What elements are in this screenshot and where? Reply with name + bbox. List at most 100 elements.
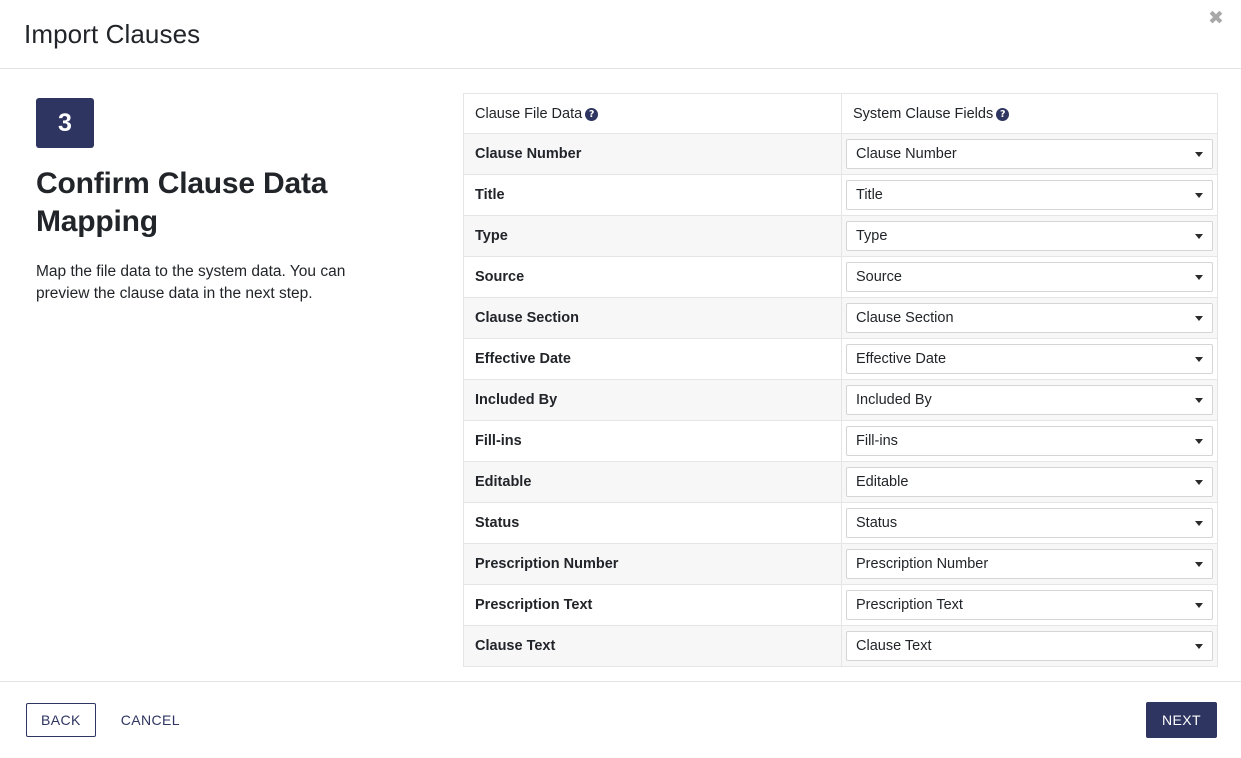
system-field-select-value: Clause Number [856,146,957,162]
chevron-down-icon [1195,152,1203,157]
table-row: Clause Text Clause Text [463,625,1218,667]
file-field-label: Title [463,174,842,216]
chevron-down-icon [1195,357,1203,362]
file-field-label: Clause Text [463,625,842,667]
chevron-down-icon [1195,521,1203,526]
back-button[interactable]: BACK [26,703,96,737]
system-field-select-value: Prescription Text [856,597,963,613]
system-field-select[interactable]: Title [846,180,1213,210]
column-header-clause-file-data-label: Clause File Data [475,105,583,122]
system-field-cell: Clause Number [841,133,1218,175]
chevron-down-icon [1195,480,1203,485]
chevron-down-icon [1195,316,1203,321]
system-field-select[interactable]: Editable [846,467,1213,497]
table-row: Effective Date Effective Date [463,338,1218,380]
system-field-cell: Clause Section [841,297,1218,339]
modal-footer: BACK CANCEL NEXT [0,681,1241,758]
table-row: Clause Number Clause Number [463,133,1218,175]
chevron-down-icon [1195,603,1203,608]
system-field-cell: Effective Date [841,338,1218,380]
cancel-button[interactable]: CANCEL [115,704,186,736]
system-field-cell: Included By [841,379,1218,421]
close-icon[interactable]: ✖ [1203,5,1229,31]
file-field-label: Source [463,256,842,298]
step-description: Map the file data to the system data. Yo… [36,262,346,302]
file-field-label: Editable [463,461,842,503]
file-field-label: Clause Section [463,297,842,339]
table-row: Editable Editable [463,461,1218,503]
file-field-label: Prescription Number [463,543,842,585]
file-field-label: Prescription Text [463,584,842,626]
system-field-select[interactable]: Included By [846,385,1213,415]
table-row: Clause Section Clause Section [463,297,1218,339]
system-field-cell: Title [841,174,1218,216]
system-field-select[interactable]: Source [846,262,1213,292]
step-number-badge: 3 [36,98,94,148]
table-row: Fill-ins Fill-ins [463,420,1218,462]
table-row: Prescription Text Prescription Text [463,584,1218,626]
system-field-select-value: Source [856,269,902,285]
system-field-select[interactable]: Effective Date [846,344,1213,374]
system-field-select[interactable]: Clause Text [846,631,1213,661]
table-row: Included By Included By [463,379,1218,421]
system-field-select[interactable]: Clause Number [846,139,1213,169]
table-header-row: Clause File Data? System Clause Fields? [463,93,1218,134]
system-field-select-value: Status [856,515,898,531]
system-field-select[interactable]: Type [846,221,1213,251]
system-field-cell: Status [841,502,1218,544]
chevron-down-icon [1195,398,1203,403]
system-field-select-value: Included By [856,392,932,408]
file-field-label: Type [463,215,842,257]
system-field-cell: Fill-ins [841,420,1218,462]
column-header-clause-file-data: Clause File Data? [463,93,842,134]
system-field-select-value: Effective Date [856,351,947,367]
table-row: Source Source [463,256,1218,298]
system-field-cell: Prescription Text [841,584,1218,626]
table-row: Title Title [463,174,1218,216]
table-row: Status Status [463,502,1218,544]
system-field-select-value: Type [856,228,888,244]
page-title: Import Clauses [24,18,201,49]
file-field-label: Effective Date [463,338,842,380]
chevron-down-icon [1195,234,1203,239]
system-field-cell: Type [841,215,1218,257]
chevron-down-icon [1195,562,1203,567]
system-field-select-value: Fill-ins [856,433,898,449]
help-icon-clause-file-data[interactable]: ? [585,107,599,121]
step-info-pane: 3 Confirm Clause Data Mapping Map the fi… [0,69,463,681]
system-field-select-value: Title [856,187,883,203]
modal-body: 3 Confirm Clause Data Mapping Map the fi… [0,69,1241,681]
table-row: Prescription Number Prescription Number [463,543,1218,585]
system-field-cell: Source [841,256,1218,298]
system-field-select-value: Prescription Number [856,556,989,572]
modal-header: Import Clauses ✖ [0,0,1241,69]
file-field-label: Status [463,502,842,544]
file-field-label: Clause Number [463,133,842,175]
mapping-pane: Clause File Data? System Clause Fields? … [463,69,1241,681]
column-header-system-clause-fields: System Clause Fields? [841,93,1218,134]
system-field-select[interactable]: Status [846,508,1213,538]
system-field-select-value: Editable [856,474,909,490]
system-field-cell: Prescription Number [841,543,1218,585]
table-body: Clause Number Clause Number Title Title Type… [463,133,1218,667]
system-field-cell: Editable [841,461,1218,503]
chevron-down-icon [1195,439,1203,444]
system-field-select[interactable]: Prescription Number [846,549,1213,579]
column-header-system-clause-fields-label: System Clause Fields [853,105,994,122]
table-row: Type Type [463,215,1218,257]
file-field-label: Included By [463,379,842,421]
system-field-select[interactable]: Fill-ins [846,426,1213,456]
file-field-label: Fill-ins [463,420,842,462]
next-button[interactable]: NEXT [1146,702,1217,738]
table-head: Clause File Data? System Clause Fields? [463,93,1218,134]
chevron-down-icon [1195,275,1203,280]
step-heading: Confirm Clause Data Mapping [36,167,328,238]
chevron-down-icon [1195,193,1203,198]
help-icon-system-clause-fields[interactable]: ? [996,107,1010,121]
clause-mapping-table: Clause File Data? System Clause Fields? … [463,93,1218,667]
system-field-select-value: Clause Text [856,638,932,654]
system-field-select[interactable]: Prescription Text [846,590,1213,620]
system-field-select[interactable]: Clause Section [846,303,1213,333]
system-field-cell: Clause Text [841,625,1218,667]
system-field-select-value: Clause Section [856,310,954,326]
